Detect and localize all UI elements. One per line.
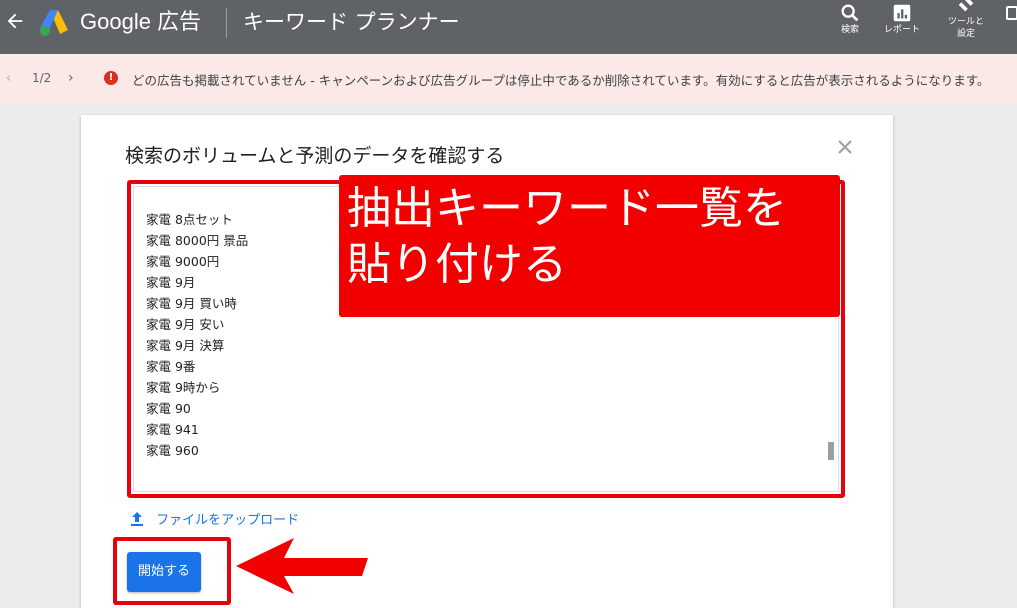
upload-file-link[interactable]: ファイルをアップロード (129, 508, 299, 528)
chevron-right-icon[interactable]: › (68, 70, 74, 86)
annotation-line-1: 抽出キーワード一覧を (347, 183, 787, 234)
dialog-title: 検索のボリュームと予測のデータを確認する (125, 145, 505, 167)
keyword-item: 家電 9月 安い (146, 317, 225, 332)
keyword-item: 家電 9000円 (146, 254, 220, 269)
reports-tool-button[interactable]: レポート (878, 2, 926, 36)
keyword-item: 家電 8点セット (146, 212, 233, 227)
keyword-item: 家電 90 (146, 401, 191, 416)
start-button[interactable]: 開始する (127, 552, 201, 592)
keyword-list: 家電 8点セット家電 8000円 景品 家電 9000円 家電 9月家電 9月 買い… (146, 209, 248, 461)
back-arrow-icon[interactable] (4, 10, 26, 32)
chevron-left-icon[interactable]: ‹ (6, 71, 11, 86)
search-tool-label: 検索 (840, 25, 859, 35)
tools-settings-label-line1: ツールと (947, 17, 984, 27)
annotation-line-2: 貼り付ける (347, 239, 567, 290)
keyword-item: 家電 9月 決算 (146, 338, 225, 353)
notification-message: どの広告も掲載されていません - キャンペーンおよび広告グループは停止中であるか… (132, 73, 990, 88)
top-app-bar: Google 広告 キーワード プランナー 検索 レポート ツールと 設定 (0, 0, 1017, 54)
header-divider (226, 8, 227, 38)
error-icon: ! (104, 71, 118, 85)
page-title: キーワード プランナー (243, 10, 460, 34)
wrench-icon (958, 0, 974, 12)
keyword-item: 家電 941 (146, 422, 199, 437)
upload-icon (131, 511, 143, 526)
notification-pager: 1/2 (32, 71, 52, 85)
notification-bar: ‹ 1/2 › ! どの広告も掲載されていません - キャンペーンおよび広告グル… (0, 54, 1017, 102)
annotation-callout: 抽出キーワード一覧を 貼り付ける (339, 175, 840, 317)
reports-tool-label: レポート (883, 25, 920, 35)
brand-name: Google 広告 (80, 9, 202, 34)
keyword-item: 家電 8000円 景品 (146, 233, 249, 248)
close-icon[interactable] (833, 135, 857, 159)
keyword-item: 家電 9番 (146, 359, 196, 374)
reports-icon (893, 4, 911, 22)
scrollbar-thumb[interactable] (828, 442, 834, 460)
keyword-item: 家電 9月 (146, 275, 196, 290)
keyword-item: 家電 9月 買い時 (146, 296, 237, 311)
search-icon (841, 4, 859, 22)
upload-file-label: ファイルをアップロード (156, 513, 300, 528)
google-ads-logo-icon (40, 10, 68, 36)
keyword-item: 家電 960 (146, 443, 199, 458)
tools-settings-button[interactable]: ツールと 設定 (942, 0, 990, 40)
annotation-arrow-icon (236, 538, 368, 594)
search-tool-button[interactable]: 検索 (834, 2, 866, 36)
keyword-item: 家電 9時から (146, 380, 221, 395)
billing-icon[interactable] (1006, 6, 1017, 20)
tools-settings-label-line2: 設定 (956, 29, 975, 39)
keyword-dialog: 検索のボリュームと予測のデータを確認する 家電 8点セット家電 8000円 景品… (81, 115, 893, 608)
